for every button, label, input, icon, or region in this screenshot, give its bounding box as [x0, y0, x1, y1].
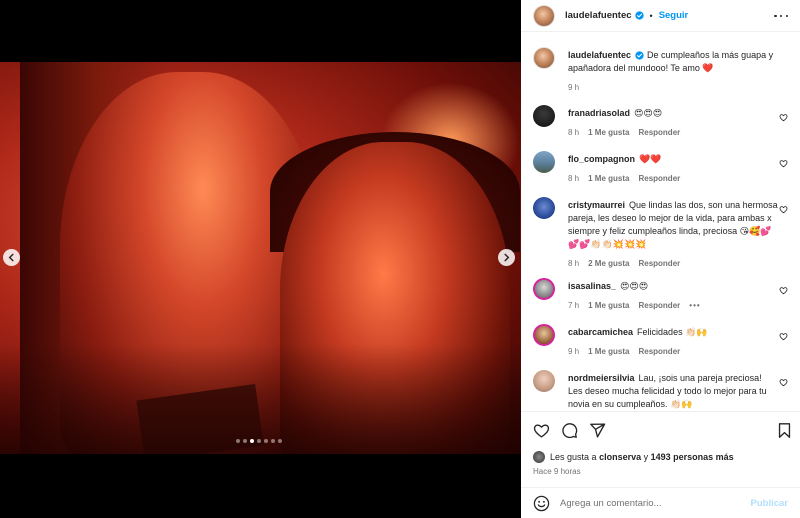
save-icon[interactable] — [776, 422, 793, 439]
avatar[interactable] — [533, 370, 555, 392]
verified-icon — [635, 51, 644, 60]
comment-likes[interactable]: 1 Me gusta — [588, 126, 629, 139]
reply-button[interactable]: Responder — [638, 257, 680, 270]
comment-text: 😍😍😍 — [634, 108, 663, 118]
avatar[interactable] — [533, 105, 555, 127]
comment-composer: Publicar — [521, 487, 800, 518]
comment-icon[interactable] — [561, 422, 578, 439]
reply-button[interactable]: Responder — [638, 345, 680, 358]
comment-text: Felicidades 👏🏻🙌 — [637, 327, 708, 337]
avatar[interactable] — [533, 47, 555, 69]
avatar[interactable] — [533, 324, 555, 346]
follow-button[interactable]: Seguir — [659, 10, 689, 21]
heart-icon[interactable] — [779, 113, 788, 122]
caption-username[interactable]: laudelafuentec — [568, 50, 631, 60]
comment-time: 8 h — [568, 174, 580, 183]
reply-button[interactable]: Responder — [638, 172, 680, 185]
carousel-dot — [236, 439, 240, 443]
comment-time: 9 h — [568, 347, 580, 356]
carousel-dot — [250, 439, 254, 443]
comment-meta: 9 h 1 Me gusta Responder — [568, 345, 778, 358]
chevron-left-icon — [8, 253, 14, 262]
reply-button[interactable]: Responder — [638, 126, 680, 139]
post-photo[interactable] — [0, 62, 521, 454]
comment-body: flo_compagnon ❤️❤️ 8 h 1 Me gusta Respond… — [568, 153, 778, 185]
avatar[interactable] — [533, 151, 555, 173]
carousel-dot — [243, 439, 247, 443]
comment-body: franadriasolad 😍😍😍 8 h 1 Me gusta Respond… — [568, 107, 778, 139]
comment-username[interactable]: cabarcamichea — [568, 327, 633, 337]
media-pane — [0, 0, 521, 518]
caption-meta: 9 h — [568, 81, 778, 94]
carousel-dot — [271, 439, 275, 443]
comment-meta: 7 h 1 Me gusta Responder ••• — [568, 299, 778, 312]
comment-likes[interactable]: 1 Me gusta — [588, 172, 629, 185]
likes-middle: y — [643, 452, 649, 462]
comment-meta: 8 h 1 Me gusta Responder — [568, 172, 778, 185]
comment-time: 8 h — [568, 128, 580, 137]
avatar[interactable] — [533, 4, 555, 27]
comment-body: isasalinas_ 😍😍😍 7 h 1 Me gusta Responder … — [568, 280, 778, 312]
heart-icon[interactable] — [779, 378, 788, 387]
instagram-post-modal: laudelafuentec • Seguir laudelafuentec De… — [0, 0, 800, 518]
comment-likes[interactable]: 1 Me gusta — [588, 345, 629, 358]
caption-time: 9 h — [568, 83, 580, 92]
photo-shadow — [0, 344, 521, 454]
likes-prefix: Les gusta a — [550, 452, 597, 462]
likes-count[interactable]: 1493 personas más — [651, 452, 734, 462]
comment-body: cabarcamichea Felicidades 👏🏻🙌 9 h 1 Me gu… — [568, 326, 778, 358]
heart-icon[interactable] — [779, 159, 788, 168]
comment-input[interactable] — [560, 497, 751, 509]
share-icon[interactable] — [589, 422, 606, 439]
heart-icon[interactable] — [779, 205, 788, 214]
verified-icon — [634, 11, 644, 20]
comment-body: nordmeiersilvia Lau, ¡sois una pareja pre… — [568, 372, 778, 411]
comment-time: 7 h — [568, 301, 580, 310]
publish-button[interactable]: Publicar — [751, 498, 789, 509]
header-username[interactable]: laudelafuentec — [565, 10, 632, 21]
comment-meta: 8 h 1 Me gusta Responder — [568, 126, 778, 139]
comment-username[interactable]: nordmeiersilvia — [568, 373, 635, 383]
header-separator: • — [649, 10, 653, 21]
likes-user[interactable]: clonserva — [599, 452, 641, 462]
comment-likes[interactable]: 2 Me gusta — [588, 257, 629, 270]
comment-username[interactable]: cristymaurrei — [568, 200, 625, 210]
carousel-dot — [264, 439, 268, 443]
avatar[interactable] — [533, 278, 555, 300]
comment-body: cristymaurrei Que lindas las dos, son una… — [568, 199, 778, 270]
carousel-indicator — [236, 439, 282, 443]
reply-button[interactable]: Responder — [638, 299, 680, 312]
comment-meta: 8 h 2 Me gusta Responder — [568, 257, 778, 270]
heart-icon[interactable] — [533, 422, 550, 439]
heart-icon[interactable] — [779, 286, 788, 295]
comment-username[interactable]: isasalinas_ — [568, 281, 616, 291]
avatar[interactable] — [533, 197, 555, 219]
post-actions: Les gusta a clonserva y 1493 personas má… — [521, 411, 800, 485]
comment-time: 8 h — [568, 259, 580, 268]
caption-body: laudelafuentec De cumpleaños la más guapa… — [568, 49, 778, 94]
post-header: laudelafuentec • Seguir — [521, 0, 800, 32]
comments-list[interactable]: laudelafuentec De cumpleaños la más guapa… — [521, 33, 800, 411]
more-icon[interactable] — [774, 10, 788, 22]
post-side-panel: laudelafuentec • Seguir laudelafuentec De… — [521, 0, 800, 518]
emoji-icon[interactable] — [533, 495, 550, 512]
comment-options-icon[interactable]: ••• — [689, 299, 700, 312]
comment-username[interactable]: flo_compagnon — [568, 154, 635, 164]
carousel-dot — [278, 439, 282, 443]
chevron-right-icon — [504, 253, 510, 262]
comment-text: ❤️❤️ — [639, 154, 662, 164]
post-time: Hace 9 horas — [533, 467, 581, 476]
carousel-next-button[interactable] — [498, 249, 515, 266]
avatar[interactable] — [533, 451, 545, 463]
comment-text: 😍😍😍 — [620, 281, 649, 291]
likes-summary: Les gusta a clonserva y 1493 personas má… — [533, 451, 734, 463]
comment-username[interactable]: franadriasolad — [568, 108, 630, 118]
comment-likes[interactable]: 1 Me gusta — [588, 299, 629, 312]
carousel-dot — [257, 439, 261, 443]
heart-icon[interactable] — [779, 332, 788, 341]
carousel-prev-button[interactable] — [3, 249, 20, 266]
